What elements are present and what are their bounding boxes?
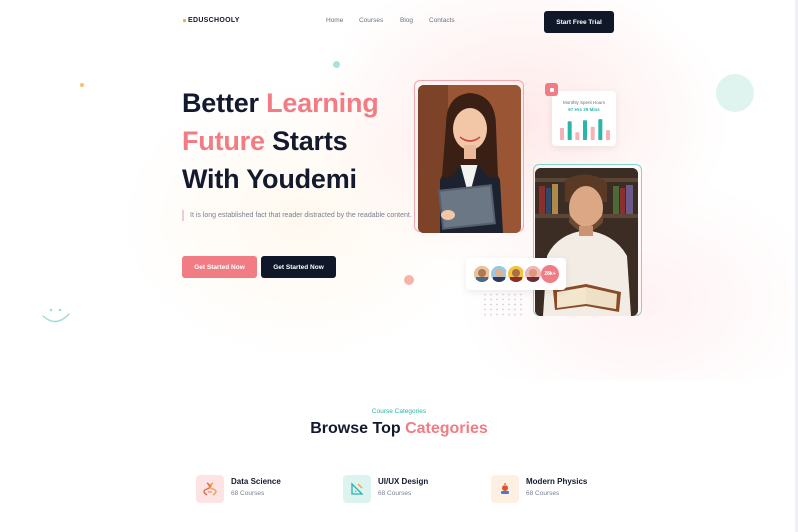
category-count: 68 Courses: [526, 490, 560, 497]
decor-dot-yellow: [80, 83, 84, 87]
students-avatars-card: 28k+: [466, 258, 566, 290]
students-count-badge: 28k+: [541, 265, 559, 283]
category-count: 68 Courses: [378, 490, 412, 497]
hours-bar: [560, 127, 564, 140]
man-illustration: [535, 168, 638, 316]
student-woman-photo: [418, 85, 521, 233]
logo-text: EDUSCHOOLY: [188, 17, 240, 24]
category-modern-physics[interactable]: Modern Physics 68 Courses: [491, 475, 587, 503]
category-name: Data Science: [231, 477, 281, 486]
woman-illustration: [418, 85, 521, 233]
decor-dot-salmon: [404, 275, 414, 285]
headline-accent: Future: [182, 126, 265, 156]
decor-dot-grid: [482, 292, 524, 316]
hero-description: It is long established fact that reader …: [182, 210, 414, 221]
category-count: 68 Courses: [231, 490, 265, 497]
headline-word: Starts: [272, 126, 348, 156]
hero-background: [0, 0, 798, 380]
get-started-primary-button[interactable]: Get Started Now: [182, 256, 257, 278]
hours-bar: [598, 119, 603, 140]
hours-bar: [567, 121, 572, 140]
get-started-secondary-button[interactable]: Get Started Now: [261, 256, 336, 278]
section-title: Browse Top Categories: [0, 420, 798, 438]
logo-mark-icon: [183, 19, 186, 22]
square-badge-icon: [545, 83, 558, 96]
headline-word: Better: [182, 88, 259, 118]
dna-icon: [196, 475, 224, 503]
logo[interactable]: EDUSCHOOLY: [183, 17, 240, 24]
hours-bar-chart: [560, 119, 610, 140]
category-name: UI/UX Design: [378, 477, 429, 486]
headline-accent: Learning: [266, 88, 379, 118]
nav-contacts[interactable]: Contacts: [429, 17, 455, 24]
flask-icon: [491, 475, 519, 503]
section-tag: Course Categories: [371, 408, 427, 415]
nav-home[interactable]: Home: [326, 17, 359, 24]
start-free-trial-button[interactable]: Start Free Trial: [544, 11, 614, 33]
category-data-science[interactable]: Data Science 68 Courses: [196, 475, 281, 503]
hours-bar: [583, 120, 587, 140]
hours-bar: [590, 126, 595, 140]
design-ruler-icon: [343, 475, 371, 503]
category-uiux-design[interactable]: UI/UX Design 68 Courses: [343, 475, 428, 503]
avatar: [523, 264, 543, 284]
student-man-photo: [535, 168, 638, 316]
category-name: Modern Physics: [526, 477, 588, 486]
stat-value: 67 Hrs 29 Mins: [568, 107, 600, 112]
headline-word: With Youdemi: [182, 164, 357, 194]
hours-bar: [606, 130, 610, 140]
main-nav: Home Courses Blog Contacts: [326, 17, 455, 24]
section-title-main: Browse Top: [310, 420, 401, 437]
section-title-accent: Categories: [405, 420, 488, 437]
hero-headline: Better Learning Future Starts With Youde…: [182, 84, 379, 198]
decor-circle-mint: [716, 74, 754, 112]
monthly-hours-card: Monthly Spent Hours 67 Hrs 29 Mins: [552, 91, 616, 146]
landing-page: EDUSCHOOLY Home Courses Blog Contacts St…: [0, 0, 798, 532]
decor-dot-teal: [333, 61, 340, 68]
smile-icon: [42, 308, 70, 323]
stat-title: Monthly Spent Hours: [562, 100, 606, 105]
nav-blog[interactable]: Blog: [400, 17, 429, 24]
hours-bar: [575, 132, 580, 140]
nav-courses[interactable]: Courses: [359, 17, 400, 24]
